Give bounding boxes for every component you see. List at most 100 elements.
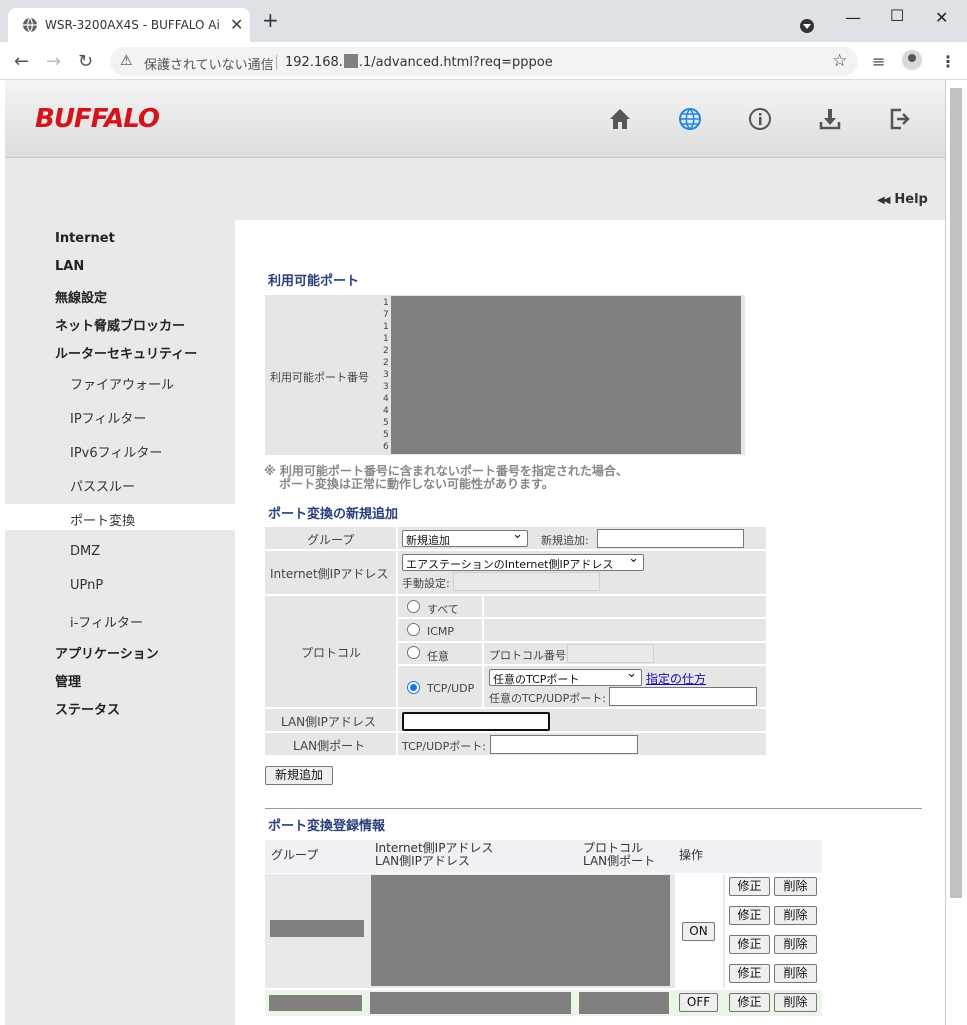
profile-avatar[interactable]: [902, 50, 922, 70]
edit-button[interactable]: 修正: [729, 877, 770, 896]
new-tab-icon[interactable]: +: [262, 10, 279, 30]
menu-icon[interactable]: ⋮: [940, 52, 956, 71]
new-entry-title: ポート変換の新規追加: [268, 507, 399, 522]
lan-port-input[interactable]: [490, 735, 638, 754]
browser-titlebar: WSR-3200AX4S - BUFFALO AirStation ✕ + — …: [0, 0, 967, 42]
sidebar-sub-firewall[interactable]: ファイアウォール: [70, 374, 174, 393]
col-op: 操作: [679, 848, 704, 862]
delete-button[interactable]: 削除: [774, 935, 817, 954]
proto-tcpudp-radio[interactable]: [407, 681, 420, 694]
tab-close-icon[interactable]: ✕: [230, 15, 243, 34]
home-icon[interactable]: [607, 106, 633, 132]
bookmark-star-icon[interactable]: ☆: [832, 51, 847, 71]
section-divider: [265, 808, 922, 809]
download-icon[interactable]: [817, 106, 843, 132]
edit-button[interactable]: 修正: [729, 935, 770, 954]
edit-button[interactable]: 修正: [729, 993, 770, 1012]
window-close-icon[interactable]: ✕: [935, 8, 948, 27]
collapse-arrows-icon: ◀◀: [877, 195, 890, 206]
delete-button[interactable]: 削除: [774, 906, 817, 925]
tcp-port-select[interactable]: 任意のTCPポート: [489, 669, 642, 686]
available-ports-label: 利用可能ポート番号: [270, 371, 369, 384]
col-proto: プロトコル LAN側ポート: [583, 841, 656, 868]
delete-button[interactable]: 削除: [774, 993, 817, 1012]
manual-ip-input[interactable]: [453, 572, 600, 591]
protocol-label: プロトコル: [301, 646, 362, 660]
proto-number-label: プロトコル番号:: [489, 649, 570, 662]
edit-button[interactable]: 修正: [729, 964, 770, 983]
maximize-icon[interactable]: ☐: [890, 6, 904, 25]
tab-search-icon[interactable]: [800, 19, 814, 33]
proto-any-radio[interactable]: [407, 646, 420, 659]
add-button[interactable]: 新規追加: [265, 766, 333, 785]
sidebar-sub-port-forwarding[interactable]: ポート変換: [70, 510, 135, 529]
internet-ip-label: Internet側IPアドレス: [270, 567, 389, 581]
router-page: BUFFALO ◀◀ Help Internet LAN 無線設定 ネット脅威ブロ…: [5, 80, 945, 1025]
sidebar-sub-i-filter[interactable]: i-フィルター: [70, 612, 143, 631]
lan-port-label: LAN側ポート: [293, 739, 366, 753]
browser-tab[interactable]: WSR-3200AX4S - BUFFALO AirStation ✕: [8, 8, 250, 42]
toggle-off-button[interactable]: OFF: [679, 993, 718, 1012]
redacted-proto-2: [579, 992, 669, 1014]
minimize-icon[interactable]: —: [845, 8, 861, 27]
sidebar-item-admin[interactable]: 管理: [55, 671, 81, 690]
group-new-label: 新規追加:: [541, 534, 589, 547]
any-port-input[interactable]: [609, 687, 757, 706]
proto-tcpudp-label: TCP/UDP: [427, 682, 475, 695]
internet-ip-select[interactable]: エアステーションのInternet側IPアドレス: [402, 554, 644, 571]
sidebar-sub-dmz[interactable]: DMZ: [70, 544, 100, 559]
url-text[interactable]: 192.168. .1/advanced.html?req=pppoe: [285, 54, 553, 70]
sidebar-sub-ipv6-filter[interactable]: IPv6フィルター: [70, 442, 162, 461]
lan-ip-input[interactable]: [402, 712, 550, 731]
info-icon[interactable]: [747, 106, 773, 132]
proto-all-radio[interactable]: [407, 600, 420, 613]
delete-button[interactable]: 削除: [774, 877, 817, 896]
sidebar-item-threat-blocker[interactable]: ネット脅威ブロッカー: [55, 315, 185, 334]
delete-button[interactable]: 削除: [774, 964, 817, 983]
browser-toolbar: ← → ↻ ⚠ 保護されていない通信 | 192.168. .1/advanced…: [0, 42, 967, 80]
group-select[interactable]: 新規追加: [402, 530, 528, 547]
omnibox-separator: |: [274, 52, 280, 70]
proto-icmp-empty-cell: [484, 619, 766, 641]
proto-any-label: 任意: [427, 650, 449, 663]
reading-list-icon[interactable]: ≡: [872, 52, 885, 71]
security-label: 保護されていない通信: [144, 58, 274, 73]
sidebar-item-wireless[interactable]: 無線設定: [55, 287, 107, 306]
toggle-on-button[interactable]: ON: [682, 922, 715, 941]
warning-icon[interactable]: ⚠: [120, 53, 133, 69]
forward-icon[interactable]: →: [46, 51, 61, 72]
proto-number-input[interactable]: [567, 644, 654, 663]
edit-button[interactable]: 修正: [729, 906, 770, 925]
help-link[interactable]: ◀◀ Help: [877, 192, 928, 207]
redacted-group-2: [269, 995, 362, 1011]
proto-icmp-label: ICMP: [427, 625, 455, 638]
available-ports-title: 利用可能ポート: [268, 274, 360, 289]
any-port-label: 任意のTCP/UDPポート:: [489, 692, 606, 705]
sidebar-item-internet[interactable]: Internet: [55, 231, 115, 246]
sidebar-sub-passthrough[interactable]: パススルー: [70, 476, 135, 495]
sidebar-item-router-security[interactable]: ルーターセキュリティー: [55, 343, 197, 362]
redacted-entries-1: [371, 875, 670, 986]
reload-icon[interactable]: ↻: [78, 51, 93, 72]
redacted-group-1: [270, 920, 364, 937]
sidebar-item-lan[interactable]: LAN: [55, 259, 84, 274]
internet-globe-icon[interactable]: [677, 106, 703, 132]
tab-title: WSR-3200AX4S - BUFFALO AirStation: [45, 18, 221, 32]
sidebar-sub-upnp[interactable]: UPnP: [70, 578, 103, 593]
address-bar[interactable]: ⚠ 保護されていない通信 | 192.168. .1/advanced.html?…: [110, 47, 858, 76]
proto-all-label: すべて: [427, 603, 459, 616]
scrollbar-thumb[interactable]: [950, 88, 962, 898]
sidebar-sub-ip-filter[interactable]: IPフィルター: [70, 408, 146, 427]
proto-icmp-radio[interactable]: [407, 623, 420, 636]
lan-ip-label: LAN側IPアドレス: [281, 715, 376, 729]
back-icon[interactable]: ←: [14, 51, 29, 72]
logout-icon[interactable]: [887, 106, 913, 132]
redacted-ip-2: [370, 992, 571, 1014]
redacted-port-list: [391, 296, 741, 454]
buffalo-logo[interactable]: BUFFALO: [35, 104, 160, 134]
url-mask: [343, 54, 358, 68]
howto-link[interactable]: 指定の仕方: [646, 670, 706, 687]
sidebar-item-application[interactable]: アプリケーション: [55, 643, 159, 662]
sidebar-item-status[interactable]: ステータス: [55, 699, 120, 718]
group-new-input[interactable]: [597, 529, 744, 548]
